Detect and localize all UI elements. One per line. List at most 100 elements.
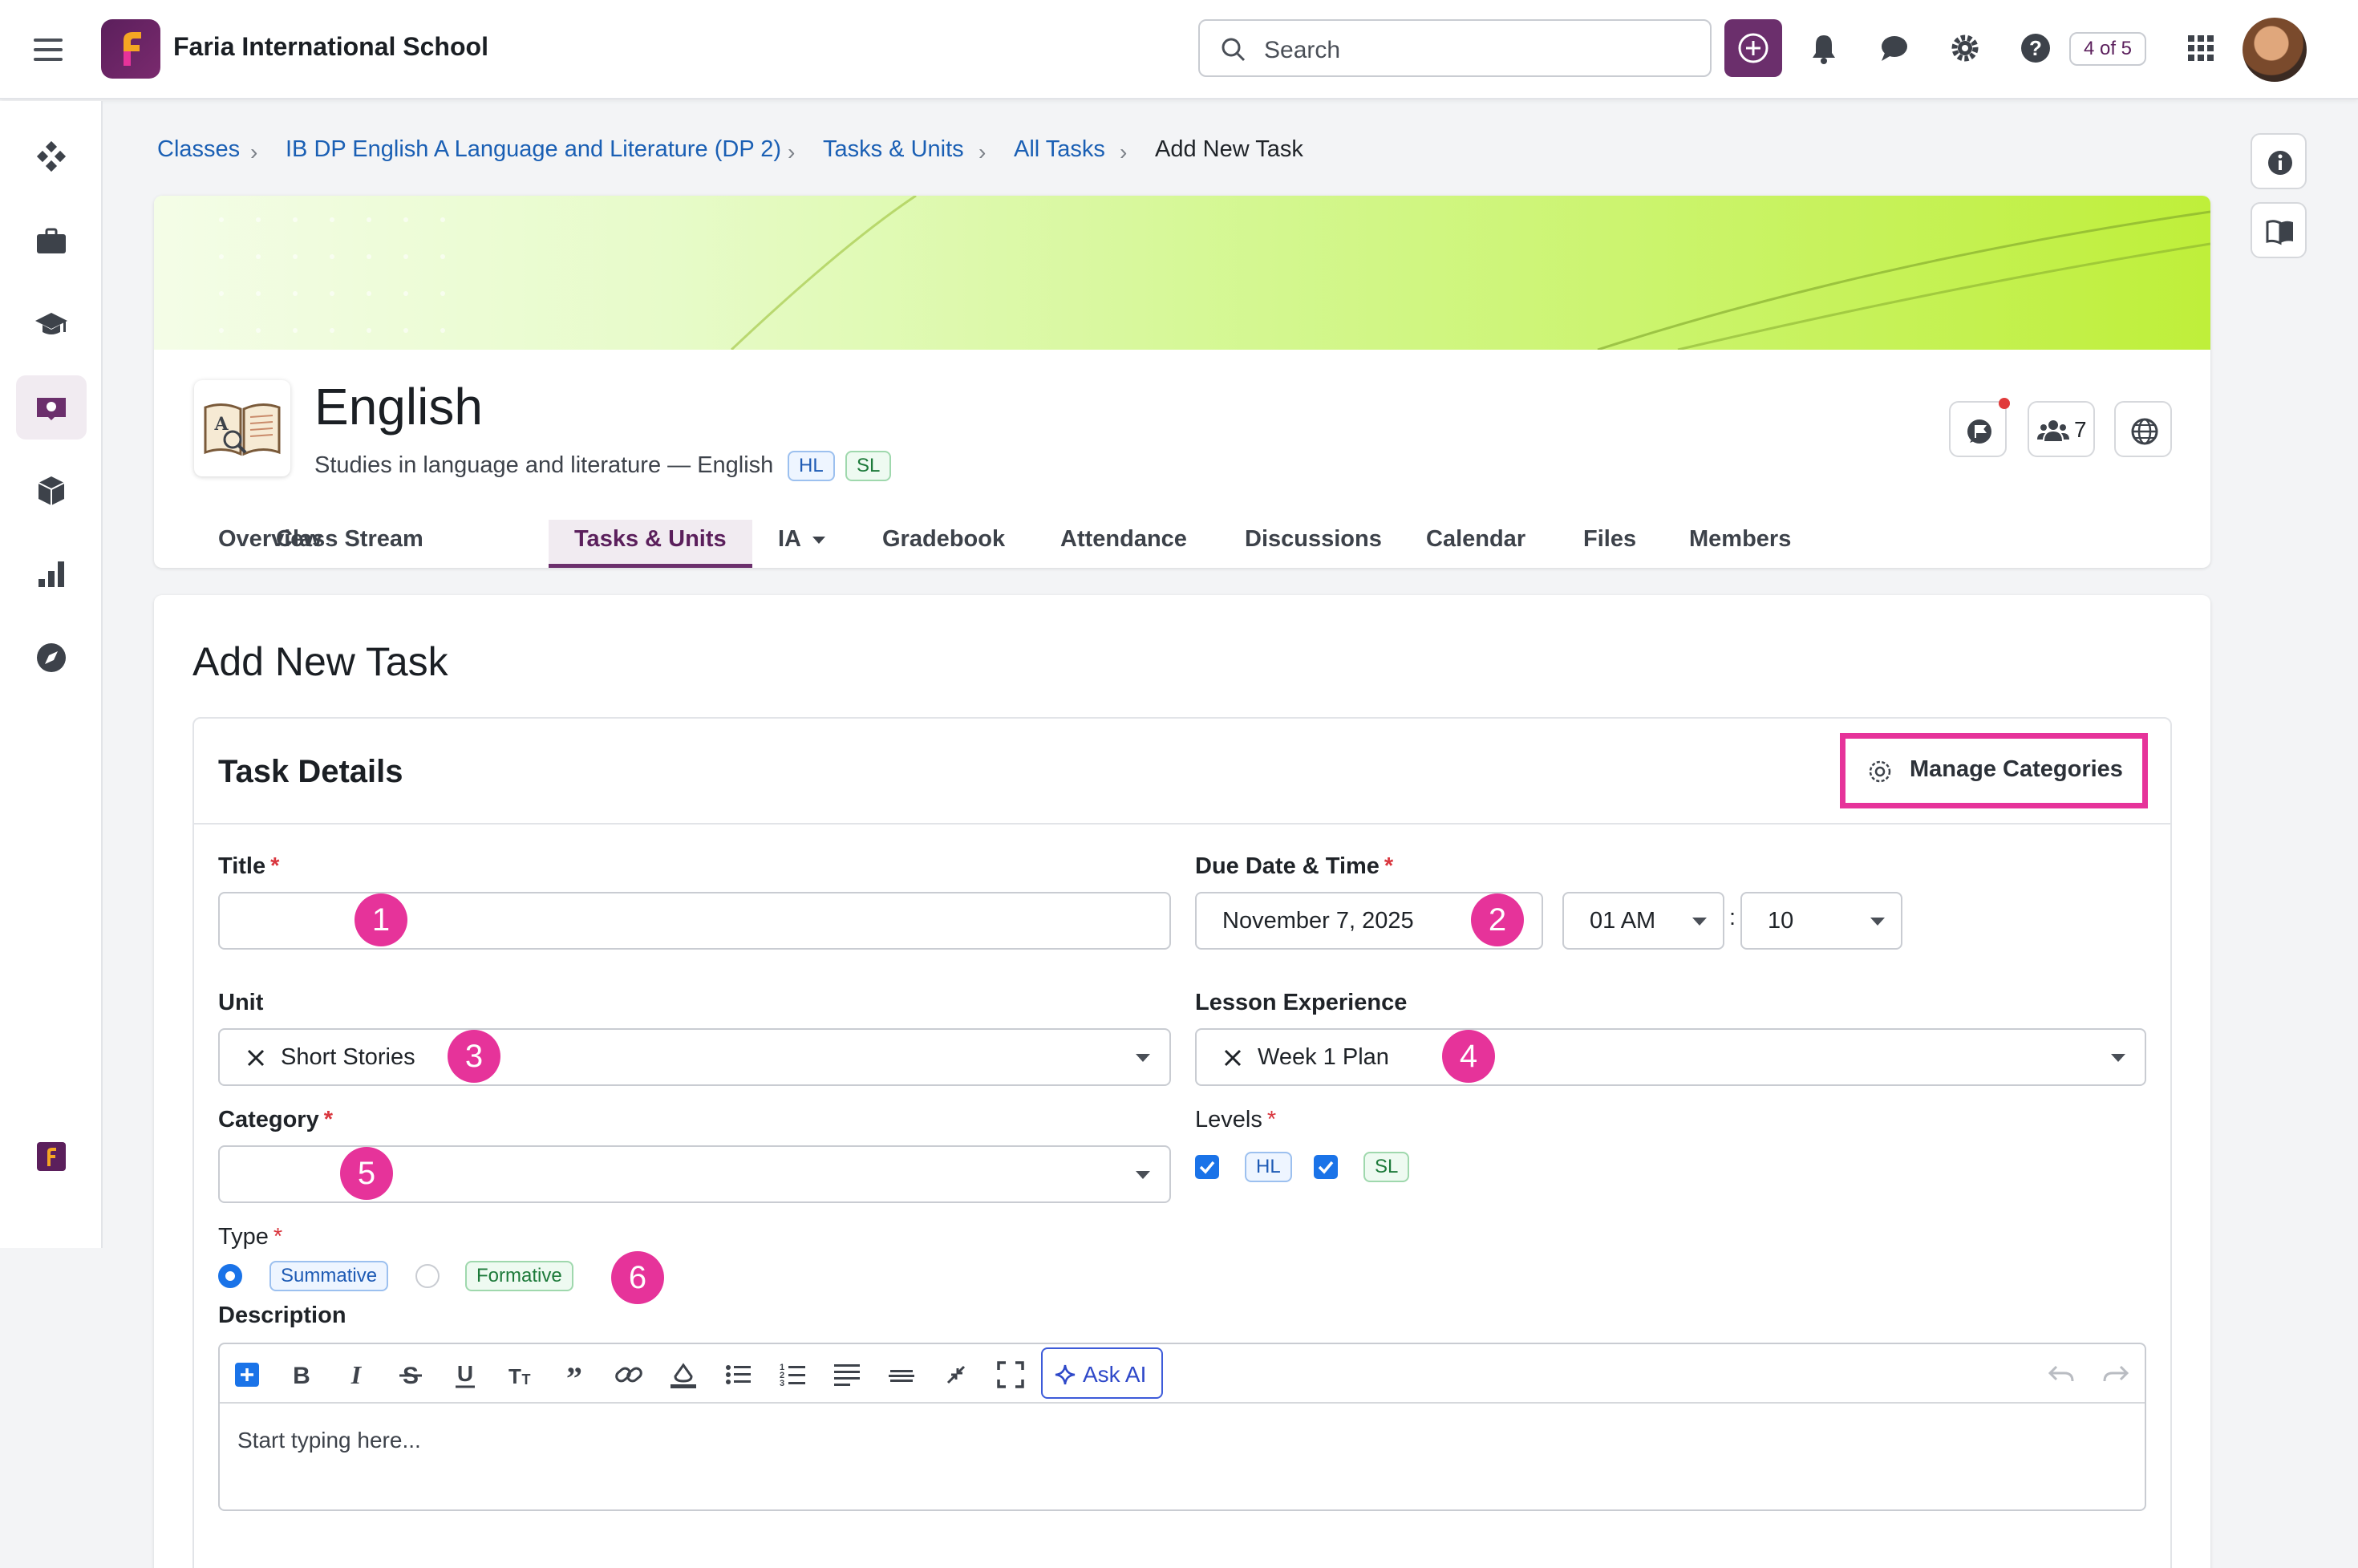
svg-text:?: ? <box>2029 36 2042 60</box>
rail-compass-icon[interactable] <box>16 626 87 690</box>
breadcrumb-class[interactable]: IB DP English A Language and Literature … <box>286 136 781 163</box>
align-icon[interactable] <box>831 1359 863 1391</box>
undo-icon[interactable] <box>2045 1359 2077 1391</box>
type-summative-radio[interactable] <box>218 1264 242 1288</box>
hamburger-menu-icon[interactable] <box>30 32 66 67</box>
school-logo-icon[interactable] <box>101 19 160 79</box>
underline-icon[interactable]: U <box>449 1359 481 1391</box>
rail-briefcase-icon[interactable] <box>16 209 87 273</box>
class-tabs: Overview Class Stream Tasks & Units IA G… <box>154 512 2210 568</box>
description-label: Description <box>218 1303 346 1328</box>
rail-faria-logo-icon[interactable] <box>16 1124 87 1189</box>
insert-plus-icon[interactable] <box>231 1359 263 1391</box>
level-hl-tag: HL <box>1245 1152 1292 1182</box>
type-summative-tag[interactable]: Summative <box>269 1261 389 1291</box>
category-label: Category * <box>218 1107 333 1132</box>
task-details-section: Task Details Manage Categories Title * 1 … <box>192 717 2172 1568</box>
link-icon[interactable] <box>613 1359 645 1391</box>
title-label: Title * <box>218 853 280 879</box>
info-button[interactable] <box>2251 133 2307 189</box>
annotation-badge-6: 6 <box>611 1251 664 1304</box>
quote-icon[interactable]: ” <box>558 1359 590 1391</box>
bullet-list-icon[interactable] <box>722 1359 754 1391</box>
rail-cube-icon[interactable] <box>16 459 87 523</box>
tab-files[interactable]: Files <box>1558 520 1662 568</box>
strikethrough-icon[interactable]: S <box>395 1359 427 1391</box>
tab-attendance[interactable]: Attendance <box>1035 520 1213 568</box>
globe-button[interactable] <box>2114 401 2172 457</box>
gear-icon <box>1869 760 1891 783</box>
guide-button[interactable] <box>2251 202 2307 258</box>
numbered-list-icon[interactable]: 123 <box>776 1359 808 1391</box>
help-icon[interactable]: ? <box>2013 26 2058 71</box>
tab-members[interactable]: Members <box>1663 520 1817 568</box>
create-new-button[interactable] <box>1724 19 1782 77</box>
caret-down-icon <box>1136 1054 1150 1062</box>
rail-graduation-cap-icon[interactable] <box>16 292 87 356</box>
members-button[interactable]: 7 <box>2028 401 2095 457</box>
tab-class-stream[interactable]: Class Stream <box>250 520 449 568</box>
user-avatar[interactable] <box>2243 18 2307 82</box>
breadcrumb-all-tasks[interactable]: All Tasks <box>1014 136 1105 163</box>
flag-chat-icon <box>1967 419 1991 444</box>
horizontal-rule-icon[interactable] <box>885 1359 918 1391</box>
clear-x-icon[interactable] <box>247 1049 265 1067</box>
tab-gradebook[interactable]: Gradebook <box>857 520 1031 568</box>
italic-icon[interactable]: I <box>340 1359 372 1391</box>
class-book-icon: A <box>194 380 290 476</box>
globe-icon <box>2131 418 2158 445</box>
caret-down-icon <box>1870 918 1885 926</box>
tab-calendar[interactable]: Calendar <box>1400 520 1551 568</box>
open-book-icon <box>2266 220 2293 245</box>
apps-grid-icon[interactable] <box>2178 26 2223 71</box>
level-tag-sl: SL <box>845 451 892 481</box>
gear-icon[interactable] <box>1943 26 1987 71</box>
due-hour-select[interactable]: 01 AM <box>1562 892 1724 950</box>
unit-select[interactable]: Short Stories <box>218 1028 1171 1086</box>
chevron-right-icon: › <box>978 140 987 164</box>
clear-x-icon[interactable] <box>1224 1049 1242 1067</box>
search-input[interactable]: Search <box>1198 19 1712 77</box>
rail-bar-chart-icon[interactable] <box>16 542 87 606</box>
manage-categories-button[interactable]: Manage Categories <box>1840 733 2148 808</box>
bold-icon[interactable]: B <box>286 1359 318 1391</box>
sparkle-icon <box>1055 1364 1076 1385</box>
breadcrumb-classes[interactable]: Classes <box>157 136 240 163</box>
rail-dashboard-icon[interactable] <box>16 125 87 189</box>
type-formative-radio[interactable] <box>415 1264 440 1288</box>
members-count: 7 <box>2074 417 2087 442</box>
class-chat-button[interactable] <box>1949 398 2010 457</box>
progress-counter[interactable]: 4 of 5 <box>2069 32 2146 66</box>
chat-icon[interactable] <box>1872 26 1917 71</box>
breadcrumb-tasks-units[interactable]: Tasks & Units <box>823 136 964 163</box>
rail-ib-icon[interactable] <box>16 375 87 440</box>
level-hl-checkbox[interactable] <box>1195 1155 1219 1179</box>
level-sl-checkbox[interactable] <box>1314 1155 1338 1179</box>
redo-icon[interactable] <box>2100 1359 2132 1391</box>
type-formative-tag[interactable]: Formative <box>465 1261 573 1291</box>
fullscreen-icon[interactable] <box>995 1359 1027 1391</box>
highlight-icon[interactable] <box>667 1359 699 1391</box>
ask-ai-button[interactable]: Ask AI <box>1041 1347 1163 1399</box>
description-placeholder: Start typing here... <box>237 1428 421 1453</box>
chevron-right-icon: › <box>1120 140 1128 164</box>
tab-ia[interactable]: IA <box>752 520 851 568</box>
due-minute-select[interactable]: 10 <box>1740 892 1902 950</box>
font-size-icon[interactable]: TT <box>504 1359 536 1391</box>
school-name[interactable]: Faria International School <box>173 32 488 62</box>
annotation-badge-5: 5 <box>340 1147 393 1200</box>
collapse-arrows-icon[interactable] <box>940 1359 972 1391</box>
add-task-card: Add New Task Task Details Manage Categor… <box>154 595 2210 1568</box>
tab-tasks-units[interactable]: Tasks & Units <box>549 520 752 568</box>
bell-icon[interactable] <box>1801 26 1846 71</box>
tab-discussions[interactable]: Discussions <box>1219 520 1408 568</box>
lesson-experience-select[interactable]: Week 1 Plan <box>1195 1028 2146 1086</box>
description-editor[interactable]: B I S U TT ” 123 Ask AI Start typing her… <box>218 1343 2146 1511</box>
svg-text:T: T <box>522 1371 531 1388</box>
chevron-right-icon: › <box>250 140 258 164</box>
levels-label: Levels * <box>1195 1107 1277 1132</box>
task-details-header: Task Details Manage Categories <box>194 719 2170 825</box>
time-separator: : <box>1729 905 1736 930</box>
svg-text:”: ” <box>566 1360 582 1391</box>
checkmark-icon <box>1318 1161 1334 1174</box>
